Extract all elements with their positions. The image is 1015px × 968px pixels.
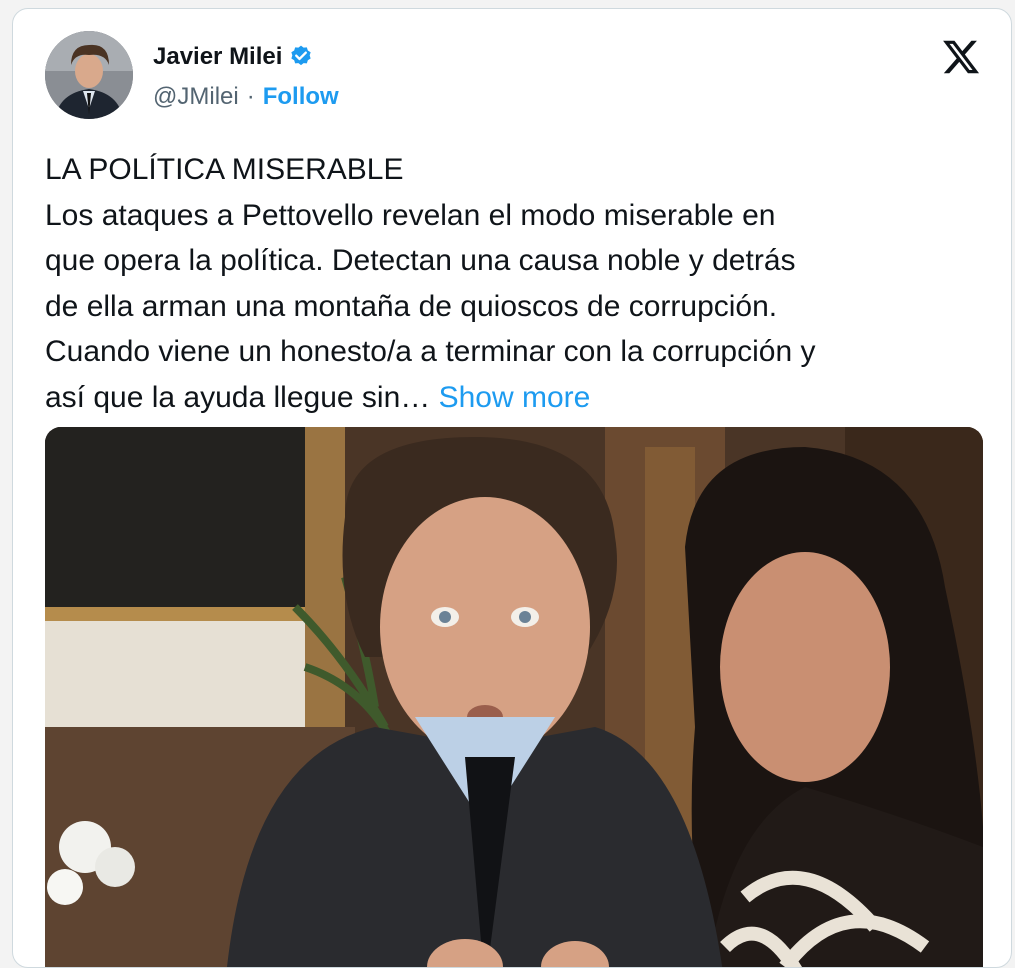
tweet-card: Javier Milei @JMilei · Follow LA POLÍTIC… <box>12 8 1012 968</box>
tweet-body-line: Cuando viene un honesto/a a terminar con… <box>45 335 816 368</box>
photo-illustration <box>45 427 983 967</box>
author-avatar[interactable] <box>45 31 133 119</box>
handle-row: @JMilei · Follow <box>153 83 339 111</box>
tweet-title-line: LA POLÍTICA MISERABLE <box>45 153 404 186</box>
show-more-link[interactable]: Show more <box>439 381 591 414</box>
tweet-body-line-last: así que la ayuda llegue sin… Show more <box>45 375 995 421</box>
verified-badge-icon <box>291 45 312 66</box>
tweet-photo[interactable] <box>45 427 983 967</box>
avatar-photo <box>45 31 133 119</box>
follow-button[interactable]: Follow <box>263 83 339 111</box>
tweet-body-line: de ella arman una montaña de quioscos de… <box>45 289 778 323</box>
x-logo-icon[interactable] <box>941 37 981 77</box>
author-name-row[interactable]: Javier Milei <box>153 43 314 71</box>
tweet-body-line: Los ataques a Pettovello revelan el modo… <box>45 198 776 232</box>
tweet-body-line: que opera la política. Detectan una caus… <box>45 244 796 277</box>
separator-dot: · <box>246 83 255 110</box>
tweet-truncated-text: así que la ayuda llegue sin… <box>45 380 431 414</box>
author-name[interactable]: Javier Milei <box>153 43 282 71</box>
tweet-text: LA POLÍTICA MISERABLE Los ataques a Pett… <box>45 147 995 420</box>
author-handle[interactable]: @JMilei <box>153 83 239 111</box>
